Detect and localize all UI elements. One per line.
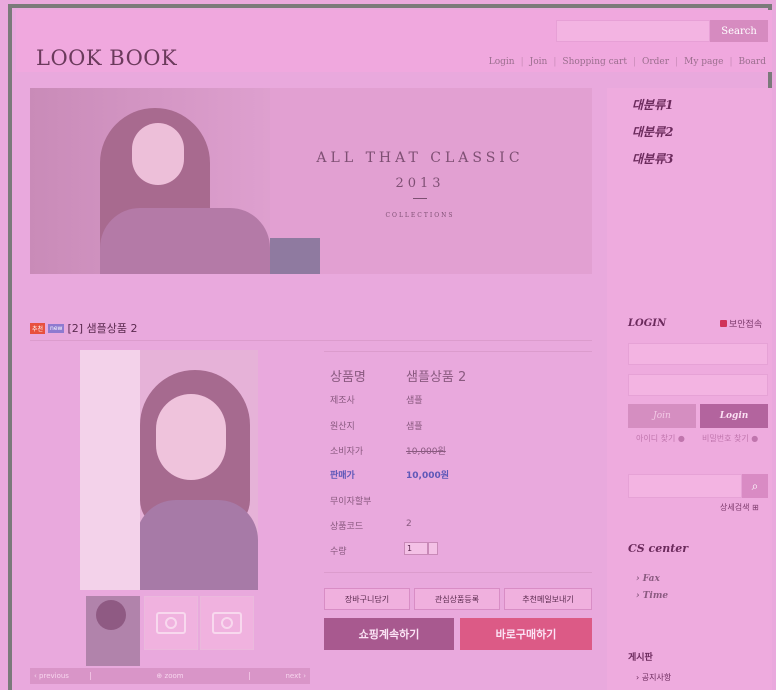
banner-chair	[270, 238, 320, 274]
camera-icon	[156, 612, 186, 634]
divider	[30, 340, 592, 341]
login-title: LOGIN	[628, 318, 667, 329]
value-sale-price: 10,000원	[406, 471, 450, 481]
nav-cart[interactable]: Shopping cart	[562, 57, 627, 67]
product-title-text: [2] 샘플상품 2	[67, 322, 138, 335]
zoom-button[interactable]: ⊕ zoom	[90, 672, 250, 680]
login-password-field[interactable]	[628, 374, 768, 396]
info-top-line	[324, 351, 592, 352]
quantity-stepper[interactable]	[428, 542, 438, 555]
buy-now-button[interactable]: 바로구매하기	[460, 618, 592, 650]
value-maker: 샘플	[406, 396, 423, 406]
banner-divider	[413, 198, 427, 199]
sidebar-search-input[interactable]	[628, 474, 742, 498]
banner[interactable]: ALL THAT CLASSIC 2013 COLLECTIONS	[30, 88, 592, 274]
banner-headline: ALL THAT CLASSIC	[316, 150, 524, 166]
banner-subtitle: COLLECTIONS	[385, 212, 455, 219]
logo[interactable]: LOOK BOOK	[36, 46, 177, 70]
recommend-badge: 추천	[30, 322, 46, 334]
model-body	[136, 500, 258, 590]
value-code: 2	[406, 519, 412, 529]
nav-board[interactable]: Board	[739, 57, 766, 67]
banner-year: 2013	[395, 176, 445, 191]
label-consumer-price: 소비자가	[330, 447, 364, 457]
info-bottom-line	[324, 572, 592, 573]
banner-model-face	[132, 123, 184, 185]
label-maker: 제조사	[330, 396, 355, 406]
camera-icon	[212, 612, 242, 634]
label-installment: 무이자할부	[330, 497, 372, 507]
lock-icon	[720, 320, 727, 327]
board-title: 게시판	[628, 653, 653, 663]
value-name: 샘플상품 2	[406, 370, 467, 385]
find-id-link[interactable]: 아이디 찾기 ●	[636, 433, 685, 444]
thumbnail-1[interactable]	[86, 596, 140, 666]
nav-login[interactable]: Login	[489, 57, 515, 67]
cs-time: › Time	[636, 591, 669, 601]
image-pager: ‹ previous ⊕ zoom next ›	[30, 668, 310, 684]
category-2[interactable]: 대분류2	[632, 123, 673, 140]
model-face	[156, 394, 226, 480]
prev-button[interactable]: ‹ previous	[30, 672, 90, 680]
cs-fax: › Fax	[636, 574, 660, 584]
label-code: 상품코드	[330, 522, 364, 532]
thumbnail-2[interactable]	[144, 596, 198, 650]
label-name: 상품명	[330, 370, 366, 385]
search-button[interactable]: Search	[710, 20, 768, 42]
nav-join[interactable]: Join	[530, 57, 548, 67]
value-consumer-price: 10,000원	[406, 447, 446, 457]
top-nav: Login | Join | Shopping cart | Order | My pa…	[488, 57, 766, 67]
product-main-image[interactable]	[80, 350, 258, 590]
board-notice-link[interactable]: › 공지사항	[636, 672, 671, 683]
nav-mypage[interactable]: My page	[684, 57, 723, 67]
banner-model-body	[100, 208, 270, 274]
veil	[80, 350, 140, 590]
next-button[interactable]: next ›	[250, 672, 310, 680]
add-to-cart-button[interactable]: 장바구니담기	[324, 588, 410, 610]
nav-order[interactable]: Order	[642, 57, 669, 67]
category-1[interactable]: 대분류1	[632, 96, 673, 113]
wishlist-button[interactable]: 관심상품등록	[414, 588, 500, 610]
find-password-link[interactable]: 비밀번호 찾기 ●	[702, 433, 758, 444]
search-input[interactable]	[556, 20, 710, 42]
recommend-mail-button[interactable]: 추천메일보내기	[504, 588, 592, 610]
quantity-input[interactable]: 1	[404, 542, 428, 555]
thumb-model	[96, 600, 126, 630]
continue-shopping-button[interactable]: 쇼핑계속하기	[324, 618, 454, 650]
label-sale-price: 판매가	[330, 471, 355, 481]
cs-center-title: CS center	[628, 542, 689, 555]
search-icon[interactable]: ⌕	[742, 474, 768, 498]
thumbnail-3[interactable]	[200, 596, 254, 650]
login-id-field[interactable]	[628, 343, 768, 365]
secure-login[interactable]: 보안접속	[720, 317, 762, 330]
label-quantity: 수량	[330, 547, 347, 557]
label-origin: 원산지	[330, 422, 355, 432]
login-button[interactable]: Login	[700, 404, 768, 428]
category-3[interactable]: 대분류3	[632, 150, 673, 167]
new-badge: new	[48, 323, 65, 333]
value-origin: 샘플	[406, 422, 423, 432]
join-button[interactable]: Join	[628, 404, 696, 428]
advanced-search-link[interactable]: 상세검색 ⊞	[720, 502, 759, 513]
product-title: 추천 new [2] 샘플상품 2	[30, 320, 138, 336]
